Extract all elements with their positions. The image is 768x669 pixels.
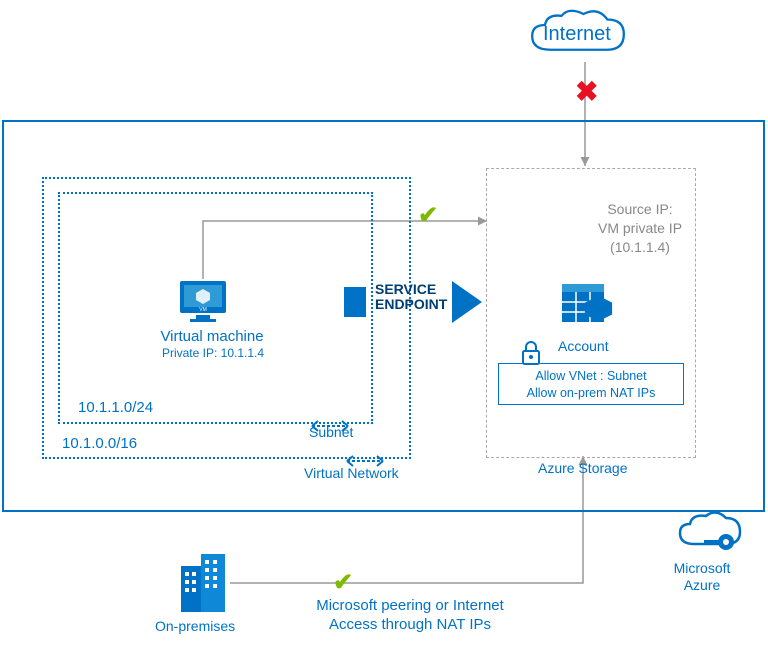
azure-logo-label: Microsoft Azure <box>662 560 742 594</box>
source-ip-line1: Source IP: <box>607 201 672 217</box>
vm-private-ip: Private IP: 10.1.1.4 <box>158 346 268 360</box>
onpremises-label: On-premises <box>155 618 235 634</box>
check-icon: ✔ <box>333 568 353 597</box>
vm-icon: VM <box>178 279 228 323</box>
storage-account-icon <box>556 280 626 341</box>
vm-title: Virtual machine <box>152 328 272 345</box>
svg-text:VM: VM <box>199 307 207 313</box>
blocked-icon: ✖ <box>575 75 598 108</box>
peering-line2: Access through NAT IPs <box>329 616 491 633</box>
firewall-rules-box: Allow VNet : Subnet Allow on-prem NAT IP… <box>498 363 684 405</box>
subnet-label: Subnet <box>309 424 353 440</box>
source-ip-line3: (10.1.1.4) <box>610 239 670 255</box>
source-ip-line2: VM private IP <box>598 220 682 236</box>
onpremises-icon <box>177 550 231 619</box>
vnet-cidr: 10.1.0.0/16 <box>62 435 137 452</box>
allow-line2: Allow on-prem NAT IPs <box>527 386 656 400</box>
allow-line1: Allow VNet : Subnet <box>535 369 646 383</box>
azure-logo-line1: Microsoft <box>674 560 731 576</box>
vnet-label: Virtual Network <box>304 465 399 481</box>
peering-line1: Microsoft peering or Internet <box>316 597 504 614</box>
source-ip-annotation: Source IP: VM private IP (10.1.1.4) <box>598 200 682 257</box>
internet-label: Internet <box>543 23 611 46</box>
service-endpoint-label: SERVICE ENDPOINT <box>375 282 455 313</box>
azure-storage-label: Azure Storage <box>538 460 628 476</box>
subnet-cidr: 10.1.1.0/24 <box>78 399 153 416</box>
account-label: Account <box>558 338 609 354</box>
peering-label: Microsoft peering or Internet Access thr… <box>280 597 540 635</box>
azure-cloud-icon <box>674 510 744 563</box>
check-icon: ✔ <box>418 201 438 230</box>
azure-logo-line2: Azure <box>684 577 721 593</box>
